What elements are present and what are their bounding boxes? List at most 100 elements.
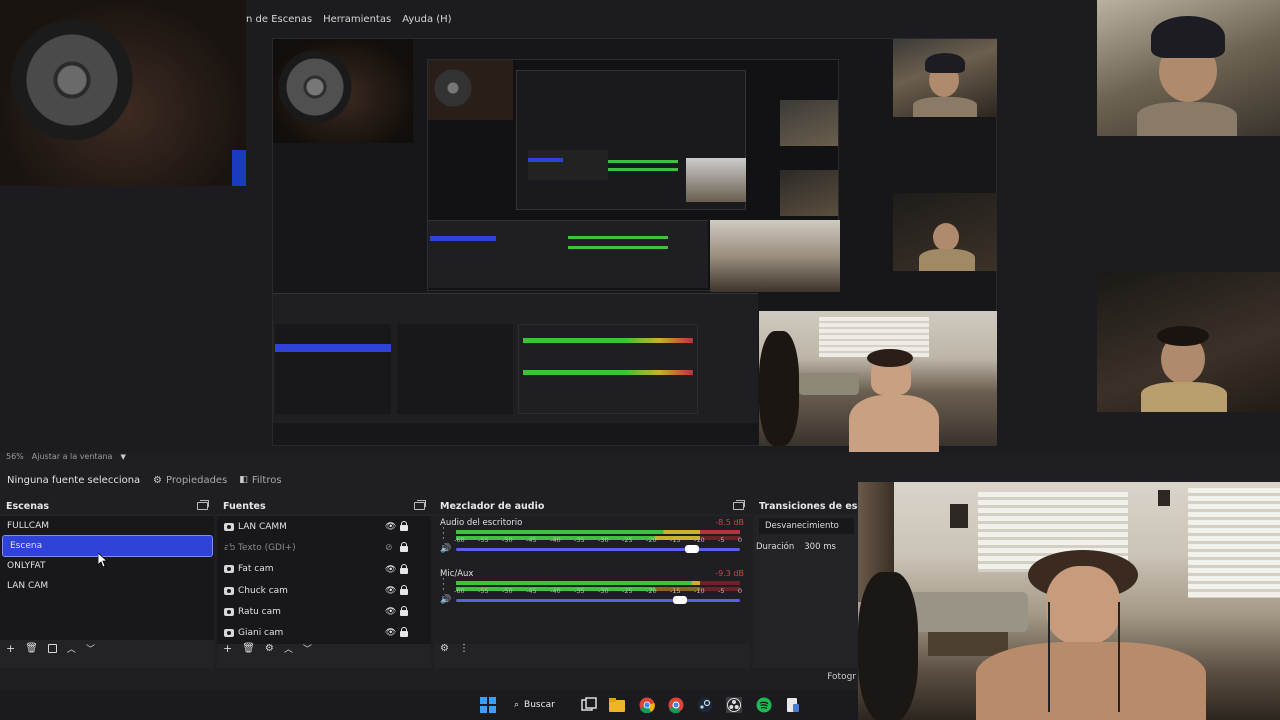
db-tick: -40 <box>550 587 561 595</box>
source-label: Chuck cam <box>238 585 288 596</box>
source-list: LAN CAMM 👁 ab Texto (GDI+) ⊘ Fat cam 👁 Chuck… <box>217 516 431 644</box>
track-db: -8.5 dB <box>715 518 744 527</box>
properties-button[interactable]: ⚙ Propiedades <box>147 473 233 488</box>
camera-icon <box>224 522 234 531</box>
db-tick: -10 <box>694 587 705 595</box>
eye-icon[interactable]: 👁 <box>385 628 396 638</box>
source-item[interactable]: Fat cam 👁 <box>217 559 431 580</box>
level-meter <box>456 530 740 534</box>
menu-help[interactable]: Ayuda (H) <box>402 14 451 32</box>
db-tick: -50 <box>502 587 513 595</box>
eye-hidden-icon[interactable]: ⊘ <box>385 543 393 553</box>
source-label: Ratu cam <box>238 606 281 617</box>
chrome-profile-icon[interactable] <box>668 697 684 714</box>
mixer-title: Mezclador de audio <box>440 500 545 512</box>
filters-label: Filtros <box>251 474 282 486</box>
undock-icon[interactable] <box>733 500 745 510</box>
lock-icon[interactable] <box>400 563 408 574</box>
db-tick: -50 <box>502 536 513 544</box>
sources-panel: Fuentes LAN CAMM 👁 ab Texto (GDI+) ⊘ Fat ca… <box>217 498 431 668</box>
db-tick: -35 <box>574 536 585 544</box>
db-tick: -5 <box>718 587 725 595</box>
db-tick: -25 <box>622 587 633 595</box>
spotify-icon[interactable] <box>756 697 772 713</box>
trash-icon[interactable]: 🗑 <box>25 643 38 654</box>
track-db: -9.3 dB <box>715 569 744 578</box>
file-explorer-icon[interactable] <box>609 697 625 713</box>
db-tick: -20 <box>646 536 657 544</box>
task-view-icon[interactable] <box>581 697 597 713</box>
add-icon[interactable]: + <box>6 642 15 655</box>
duration-input[interactable]: 300 ms <box>804 542 836 552</box>
volume-knob[interactable] <box>673 596 688 604</box>
chrome-icon[interactable] <box>639 697 655 714</box>
db-tick: 0 <box>737 536 742 544</box>
db-tick: -30 <box>598 587 609 595</box>
eye-icon[interactable]: 👁 <box>385 522 396 532</box>
lock-icon[interactable] <box>400 584 408 595</box>
mixer-track-mic: Mic/Aux -9.3 dB · · · -60 -55 -50 -45 -40 -35 -3… <box>434 567 750 618</box>
app-icon[interactable] <box>785 697 801 713</box>
scene-item-lan-cam[interactable]: LAN CAM <box>0 576 214 596</box>
webcam-overlay <box>858 482 1280 720</box>
eye-icon[interactable]: 👁 <box>385 607 396 617</box>
speaker-icon[interactable]: 🔊 <box>440 595 451 605</box>
gear-icon[interactable]: ⚙ <box>265 643 274 654</box>
menu-scene-collection[interactable]: n de Escenas <box>246 14 312 32</box>
add-icon[interactable]: + <box>223 642 232 655</box>
undock-icon[interactable] <box>414 500 426 510</box>
menu-bar: n de Escenas Herramientas Ayuda (H) <box>246 14 452 32</box>
move-up-icon[interactable]: ︿ <box>67 642 76 655</box>
camera-icon <box>224 607 234 616</box>
source-item[interactable]: Chuck cam 👁 <box>217 580 431 601</box>
filters-button[interactable]: ◧ Filtros <box>233 473 287 488</box>
eye-icon[interactable]: 👁 <box>385 565 396 575</box>
transition-select[interactable]: Desvanecimiento <box>759 518 854 534</box>
scene-list: FULLCAM Escena ONLYFAT LAN CAM <box>0 516 214 640</box>
lock-icon[interactable] <box>400 542 408 553</box>
source-item[interactable]: Ratu cam 👁 <box>217 601 431 622</box>
more-vertical-icon[interactable]: · · · <box>442 525 445 544</box>
camera-icon <box>224 629 234 638</box>
volume-knob[interactable] <box>684 545 699 553</box>
move-down-icon[interactable]: ﹀ <box>303 642 312 655</box>
db-tick: 0 <box>737 587 742 595</box>
move-down-icon[interactable]: ﹀ <box>86 642 95 655</box>
audio-mixer-panel: Mezclador de audio Audio del escritorio … <box>434 498 750 668</box>
source-item[interactable]: LAN CAMM 👁 <box>217 516 431 537</box>
steam-icon[interactable] <box>697 697 713 713</box>
preview-canvas[interactable]: n de Escenas Herramientas Ayuda (H) <box>0 0 1280 452</box>
lock-icon[interactable] <box>400 627 408 638</box>
speaker-icon[interactable]: 🔊 <box>440 544 451 554</box>
duration-label: Duración <box>756 542 795 552</box>
source-label: Texto (GDI+) <box>238 542 296 553</box>
db-tick: -45 <box>526 587 537 595</box>
volume-slider[interactable] <box>456 596 740 604</box>
fit-mode-select[interactable]: Ajustar a la ventana <box>32 452 113 461</box>
eye-icon[interactable]: 👁 <box>385 586 396 596</box>
move-up-icon[interactable]: ︿ <box>284 642 293 655</box>
more-vertical-icon[interactable]: · · · <box>442 576 445 595</box>
trash-icon[interactable]: 🗑 <box>242 643 255 654</box>
db-scale: -60 -55 -50 -45 -40 -35 -30 -25 -20 -15 -10 -5 0 <box>454 536 742 544</box>
filter-icon[interactable] <box>47 643 57 653</box>
lock-icon[interactable] <box>400 606 408 617</box>
scenes-title: Escenas <box>6 500 50 512</box>
more-vertical-icon[interactable]: ⋮ <box>459 643 469 654</box>
db-scale: -60 -55 -50 -45 -40 -35 -30 -25 -20 -15 -10 -5 0 <box>454 587 742 595</box>
cam-dark-room-person <box>1097 272 1280 412</box>
source-item[interactable]: ab Texto (GDI+) ⊘ <box>217 537 431 558</box>
windows-start-icon[interactable] <box>480 697 496 713</box>
lock-icon[interactable] <box>400 521 408 531</box>
track-name: Mic/Aux <box>440 569 474 579</box>
scene-item-fullcam[interactable]: FULLCAM <box>0 516 214 536</box>
gear-icon[interactable]: ⚙ <box>440 643 449 654</box>
source-label: Fat cam <box>238 564 274 575</box>
properties-label: Propiedades <box>165 474 228 486</box>
taskbar-search[interactable]: ⌕ Buscar <box>514 697 555 713</box>
menu-tools[interactable]: Herramientas <box>323 14 391 32</box>
obs-icon[interactable] <box>724 695 744 715</box>
volume-slider[interactable] <box>456 545 740 553</box>
undock-icon[interactable] <box>197 500 209 510</box>
chevron-down-icon[interactable]: ▼ <box>120 453 125 461</box>
